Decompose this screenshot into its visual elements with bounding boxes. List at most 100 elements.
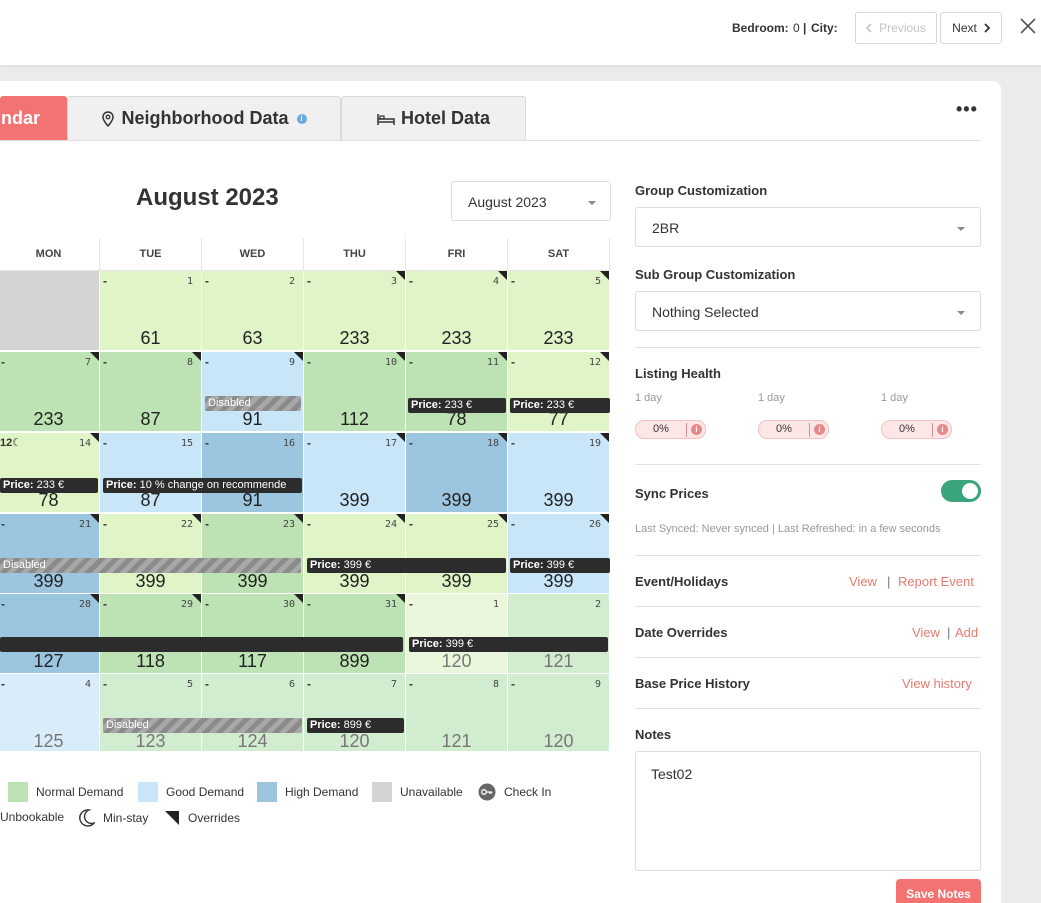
day-price: 127 (33, 651, 64, 671)
calendar-day-cell[interactable]: - 15 87 (100, 433, 202, 513)
calendar-day-cell[interactable]: -7 233 (0, 352, 100, 432)
calendar-day-cell[interactable]: - 1 61 (100, 271, 202, 351)
dash-marker: - (409, 597, 413, 611)
info-icon[interactable]: i (937, 424, 948, 435)
calendar-day-cell[interactable]: - 9 120 (508, 674, 610, 751)
calendar-day-cell[interactable]: - 1 120 (406, 594, 508, 674)
view-history-link[interactable]: View history (902, 676, 972, 691)
legend-unavailable: Unavailable (372, 782, 463, 802)
overrides-view-link[interactable]: View (912, 625, 940, 640)
calendar-day-cell[interactable]: -11 78 (406, 352, 508, 432)
calendar-day-cell[interactable]: -25 399 (406, 514, 508, 594)
calendar-day-cell[interactable]: -24 399 (304, 514, 406, 594)
calendar-day-cell[interactable]: -29 118 (100, 594, 202, 674)
info-icon[interactable]: i (296, 113, 307, 124)
save-notes-button[interactable]: Save Notes (896, 879, 981, 903)
chevron-right-icon (984, 23, 990, 33)
divider (635, 347, 981, 348)
tab-hotel-data[interactable]: Hotel Data (341, 96, 526, 140)
price-prefix: Price: (310, 719, 341, 731)
price-override-bar[interactable]: Price: 233 € (408, 398, 506, 413)
info-icon[interactable]: i (814, 424, 825, 435)
chevron-left-icon (866, 23, 872, 33)
price-override-bar[interactable]: Price: 233 € (0, 478, 98, 493)
sync-prices-toggle[interactable] (941, 480, 981, 502)
next-button[interactable]: Next (940, 12, 1002, 44)
calendar-day-cell[interactable]: - 6 124 (202, 674, 304, 751)
dash-marker: - (511, 355, 515, 369)
previous-button[interactable]: Previous (855, 12, 937, 44)
health-period: 1 day (758, 392, 785, 404)
calendar-day-cell[interactable]: - 16 91 (202, 433, 304, 513)
day-price: 399 (237, 571, 268, 591)
calendar-day-cell[interactable]: 14 78 12 ☾ (0, 433, 100, 513)
subgroup-customization-select[interactable]: Nothing Selected (635, 291, 981, 331)
calendar-day-cell[interactable] (0, 271, 100, 351)
calendar-day-cell[interactable]: -31 899 (304, 594, 406, 674)
divider (635, 555, 981, 556)
close-icon[interactable] (1016, 14, 1040, 38)
calendar-day-cell[interactable]: -10 112 (304, 352, 406, 432)
calendar-day-cell[interactable]: -5 233 (508, 271, 610, 351)
calendar-day-cell[interactable]: -8 87 (100, 352, 202, 432)
price-override-bar[interactable]: Price: 10 % change on recommende (103, 478, 302, 493)
calendar-day-cell[interactable]: -18 399 (406, 433, 508, 513)
events-view-link[interactable]: View (849, 574, 877, 589)
day-number: 2 (594, 599, 601, 610)
override-corner-icon (192, 594, 201, 603)
tab-calendar[interactable]: ndar (0, 96, 67, 140)
calendar-day-cell[interactable]: - 5 123 (100, 674, 202, 751)
dash-marker: - (205, 597, 209, 611)
price-override-bar[interactable] (0, 637, 403, 652)
price-override-bar[interactable]: Price: 899 € (307, 718, 404, 733)
tab-neighborhood-data[interactable]: Neighborhood Data i (67, 96, 341, 140)
price-override-bar[interactable]: Price: 399 € (409, 637, 608, 652)
report-event-link[interactable]: Report Event (898, 574, 974, 589)
notes-textarea[interactable]: Test02 (635, 751, 981, 871)
day-price: 233 (441, 328, 472, 348)
calendar-day-cell[interactable]: - 2 63 (202, 271, 304, 351)
day-price: 120 (441, 651, 472, 671)
disabled-bar[interactable]: Disabled (0, 558, 301, 573)
disabled-bar[interactable]: Disabled (205, 396, 301, 411)
calendar-day-cell[interactable]: -19 399 (508, 433, 610, 513)
calendar-day-cell[interactable]: - 7 120 (304, 674, 406, 751)
price-override-bar[interactable]: Price: 399 € (510, 558, 610, 573)
more-menu-icon[interactable]: ••• (956, 99, 978, 120)
day-price: 125 (33, 731, 64, 751)
bedroom-label: Bedroom: (732, 21, 789, 35)
calendar-day-cell[interactable]: -9 91 (202, 352, 304, 432)
price-override-bar[interactable]: Price: 399 € (307, 558, 506, 573)
dash-marker: - (205, 274, 209, 288)
health-value: 0% (653, 423, 669, 435)
calendar-day-cell[interactable]: -12 77 (508, 352, 610, 432)
overrides-add-link[interactable]: Add (955, 625, 978, 640)
legend-swatch (138, 782, 158, 802)
calendar-day-cell[interactable]: -17 399 (304, 433, 406, 513)
info-icon[interactable]: i (691, 424, 702, 435)
calendar-day-cell[interactable]: 2 121 (508, 594, 610, 674)
dash-marker: - (409, 677, 413, 691)
calendar-day-cell[interactable]: - 4 125 (0, 674, 100, 751)
month-select[interactable]: August 2023 (451, 181, 611, 221)
group-customization-select[interactable]: 2BR (635, 207, 981, 247)
subgroup-customization-label: Sub Group Customization (635, 267, 796, 282)
calendar-day-cell[interactable]: -23 399 (202, 514, 304, 594)
calendar-day-cell[interactable]: -21 399 (0, 514, 100, 594)
calendar-day-cell[interactable]: -4 233 (406, 271, 508, 351)
calendar-day-cell[interactable]: -22 399 (100, 514, 202, 594)
bedroom-value: 0 (793, 21, 800, 35)
dash-marker: - (103, 597, 107, 611)
dash-marker: - (307, 436, 311, 450)
calendar-day-cell[interactable]: -26 399 (508, 514, 610, 594)
day-price: 399 (33, 571, 64, 591)
dash-marker: - (307, 355, 311, 369)
day-price: 899 (339, 651, 370, 671)
calendar-day-cell[interactable]: -28 127 (0, 594, 100, 674)
calendar-day-cell[interactable]: - 8 121 (406, 674, 508, 751)
calendar-day-cell[interactable]: -3 233 (304, 271, 406, 351)
calendar-day-cell[interactable]: -30 117 (202, 594, 304, 674)
calendar-title: August 2023 (136, 184, 279, 211)
price-override-bar[interactable]: Price: 233 € (510, 398, 610, 413)
disabled-bar[interactable]: Disabled (103, 718, 302, 733)
